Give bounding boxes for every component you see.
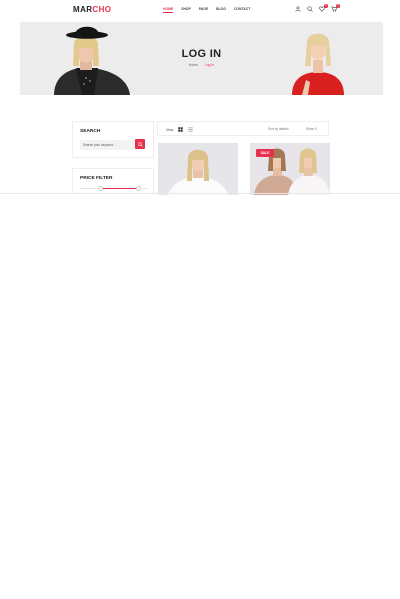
price-filter-title: PRICE FILTER bbox=[80, 176, 113, 181]
nav-home[interactable]: HOME bbox=[163, 7, 174, 13]
cart-count-badge: 0 bbox=[336, 4, 340, 8]
heart-icon[interactable]: 0 bbox=[319, 4, 328, 12]
show-count-select[interactable]: Show 9 bbox=[306, 127, 324, 131]
wishlist-count-badge: 0 bbox=[324, 4, 328, 8]
price-slider-track[interactable] bbox=[80, 186, 148, 191]
brand-logo[interactable]: MARCHO bbox=[73, 5, 111, 14]
site-header: MARCHO HOME SHOP PAGE BLOG CONTACT 0 0 bbox=[0, 0, 400, 20]
search-icon[interactable] bbox=[307, 6, 313, 12]
main-nav: HOME SHOP PAGE BLOG CONTACT bbox=[163, 7, 250, 13]
search-input[interactable] bbox=[80, 140, 139, 150]
product-card[interactable]: SALE bbox=[250, 143, 330, 195]
shop-toolbar: View Sort by default Show 9 bbox=[157, 121, 329, 136]
product-image bbox=[158, 143, 238, 195]
price-slider-range bbox=[100, 188, 138, 189]
list-view-icon[interactable] bbox=[188, 127, 193, 132]
search-widget-title: SEARCH bbox=[80, 129, 101, 134]
search-submit-button[interactable] bbox=[135, 139, 145, 149]
view-label: View bbox=[166, 127, 174, 132]
header-icons: 0 0 bbox=[295, 4, 340, 12]
breadcrumb-current: Log In bbox=[204, 63, 215, 67]
logo-accent: CHO bbox=[92, 5, 112, 14]
cart-icon[interactable]: 0 bbox=[331, 4, 340, 12]
search-icon bbox=[137, 141, 143, 147]
user-icon[interactable] bbox=[295, 6, 301, 12]
sort-select[interactable]: Sort by default bbox=[268, 127, 298, 131]
logo-main: MAR bbox=[73, 5, 93, 14]
page-banner: LOG IN Home Log In bbox=[20, 22, 383, 95]
sale-badge: SALE bbox=[256, 149, 274, 157]
breadcrumb: Home Log In bbox=[20, 63, 383, 67]
product-card[interactable] bbox=[158, 143, 238, 195]
page-divider bbox=[0, 193, 400, 194]
grid-view-icon[interactable] bbox=[178, 126, 183, 132]
nav-blog[interactable]: BLOG bbox=[216, 7, 226, 13]
nav-contact[interactable]: CONTACT bbox=[234, 7, 250, 13]
nav-shop[interactable]: SHOP bbox=[181, 7, 191, 13]
price-slider-max-handle[interactable] bbox=[136, 186, 141, 191]
price-slider-min-handle[interactable] bbox=[98, 186, 103, 191]
price-filter-widget: PRICE FILTER bbox=[72, 168, 154, 194]
page-title: LOG IN bbox=[181, 48, 222, 60]
nav-page[interactable]: PAGE bbox=[199, 7, 208, 13]
breadcrumb-home[interactable]: Home bbox=[189, 63, 198, 67]
